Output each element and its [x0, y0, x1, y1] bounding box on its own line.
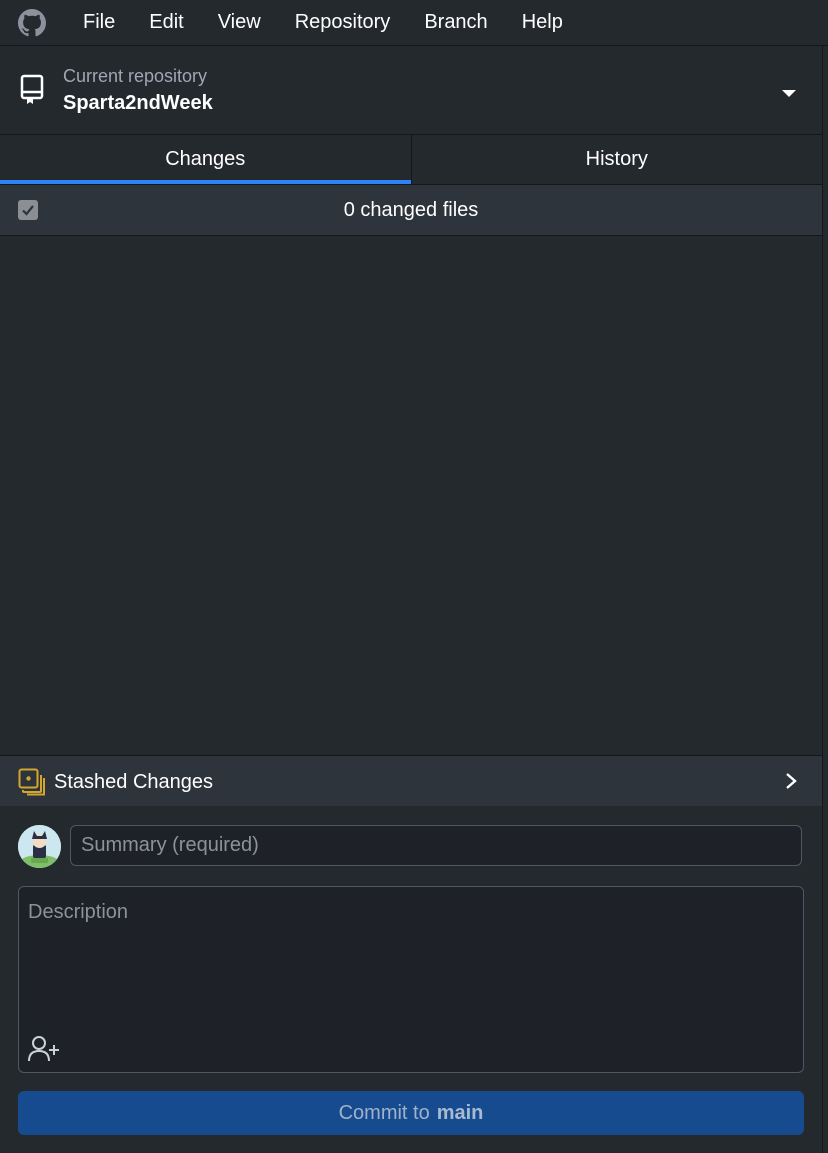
avatar[interactable]: [18, 825, 61, 868]
menu-help[interactable]: Help: [505, 11, 580, 34]
tab-bar: Changes History: [0, 135, 823, 185]
tab-history[interactable]: History: [410, 135, 823, 184]
stashed-changes-label: Stashed Changes: [54, 771, 214, 793]
menu-view[interactable]: View: [201, 11, 278, 34]
repository-name: Sparta2ndWeek: [63, 92, 213, 114]
repository-selector[interactable]: Current repository Sparta2ndWeek: [0, 46, 823, 135]
summary-input[interactable]: [70, 825, 802, 866]
changed-files-list: [0, 236, 823, 755]
repository-label: Current repository: [63, 66, 208, 86]
menu-file[interactable]: File: [66, 11, 132, 34]
commit-area: Commit to main: [0, 806, 823, 1153]
changes-header: 0 changed files: [0, 185, 823, 236]
description-field: [18, 886, 804, 1073]
commit-button[interactable]: Commit to main: [18, 1091, 804, 1135]
menu-bar: File Edit View Repository Branch Help: [0, 0, 828, 46]
stash-icon: [18, 768, 46, 796]
changed-files-count: 0 changed files: [343, 199, 479, 221]
description-input[interactable]: [19, 887, 803, 1027]
menu-edit[interactable]: Edit: [132, 11, 200, 34]
add-coauthor-icon[interactable]: [27, 1035, 61, 1063]
caret-down-icon[interactable]: [781, 86, 797, 97]
github-logo-icon: [18, 8, 46, 37]
commit-branch-name: main: [436, 1101, 484, 1124]
stashed-changes-bar[interactable]: Stashed Changes: [0, 755, 823, 807]
commit-button-prefix: Commit to: [338, 1101, 430, 1124]
repository-icon: [20, 74, 44, 106]
chevron-right-icon: [785, 772, 797, 790]
menu-branch[interactable]: Branch: [407, 11, 504, 34]
menu-repository[interactable]: Repository: [278, 11, 408, 34]
tab-changes[interactable]: Changes: [0, 135, 411, 184]
